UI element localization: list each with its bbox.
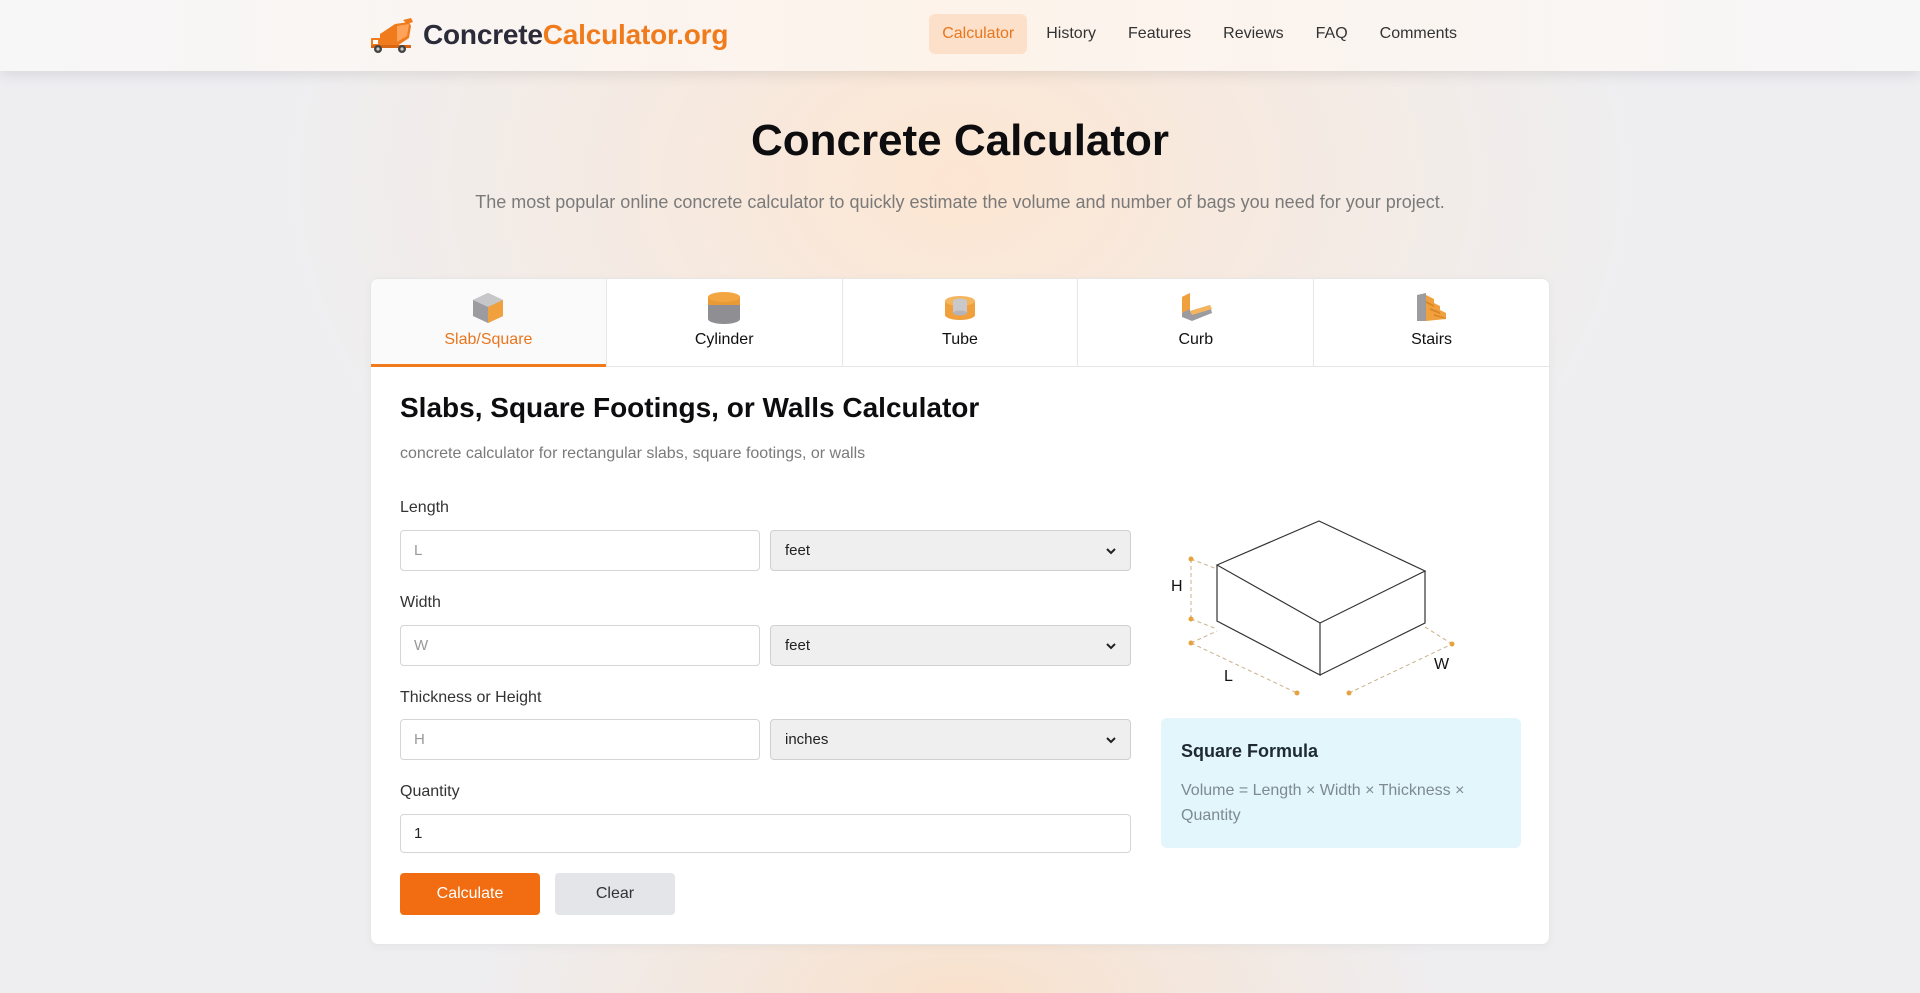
logo-text-calculator: Calculator.org (542, 19, 729, 50)
calculator-title: Slabs, Square Footings, or Walls Calcula… (400, 392, 980, 423)
tube-icon (944, 296, 975, 320)
height-unit-select[interactable]: inches (770, 719, 1131, 760)
quantity-input[interactable] (400, 814, 1131, 853)
width-unit-select[interactable]: feet (770, 625, 1131, 666)
tab-cylinder[interactable]: Cylinder (606, 279, 843, 366)
calculator-card: Slab/Square Cylinder Tube Curb Stairs Sl… (370, 278, 1550, 945)
tab-label: Stairs (1411, 331, 1453, 348)
page-title: Concrete Calculator (750, 116, 1170, 165)
tab-label: Tube (942, 331, 978, 348)
diagram-label-h: H (1171, 578, 1183, 595)
cube-icon (473, 293, 504, 323)
slab-diagram: H L W (1171, 520, 1455, 696)
logo-text-concrete: Concrete (423, 19, 543, 50)
tab-label: Cylinder (694, 331, 754, 348)
height-label: Thickness or Height (400, 689, 542, 706)
concrete-mixer-truck-icon (371, 18, 413, 53)
chevron-down-icon (1106, 547, 1116, 554)
length-label: Length (400, 499, 449, 516)
site-header: ConcreteCalculator.org Calculator Histor… (0, 0, 1920, 71)
nav-comments[interactable]: Comments (1367, 14, 1470, 54)
width-input[interactable] (400, 625, 760, 666)
site-logo[interactable]: ConcreteCalculator.org (369, 16, 728, 54)
tab-slab-square[interactable]: Slab/Square (371, 279, 607, 367)
clear-button[interactable]: Clear (555, 873, 675, 915)
calculate-button[interactable]: Calculate (400, 873, 540, 915)
height-input[interactable] (400, 719, 760, 760)
curb-icon (1181, 293, 1212, 321)
tab-curb[interactable]: Curb (1078, 279, 1315, 366)
page-subtitle: The most popular online concrete calcula… (475, 192, 1445, 212)
shape-tabs: Slab/Square Cylinder Tube Curb Stairs (371, 279, 1549, 367)
formula-title: Square Formula (1181, 741, 1319, 761)
width-label: Width (400, 594, 441, 611)
tab-label: Curb (1178, 331, 1214, 348)
stairs-icon (1416, 293, 1446, 321)
length-input[interactable] (400, 530, 760, 571)
width-unit-value: feet (785, 637, 811, 654)
cylinder-icon (708, 292, 741, 324)
nav-history[interactable]: History (1033, 14, 1109, 54)
length-unit-select[interactable]: feet (770, 530, 1131, 571)
quantity-label: Quantity (400, 783, 460, 800)
length-unit-value: feet (785, 542, 811, 559)
formula-text: Volume = Length × Width × Thickness × Qu… (1181, 782, 1465, 824)
formula-box: Square Formula Volume = Length × Width ×… (1161, 718, 1521, 848)
tab-label: Slab/Square (444, 331, 533, 348)
tab-stairs[interactable]: Stairs (1314, 279, 1549, 366)
calculator-subtitle: concrete calculator for rectangular slab… (400, 445, 866, 462)
main-nav: Calculator History Features Reviews FAQ … (929, 14, 1470, 54)
nav-reviews[interactable]: Reviews (1210, 14, 1296, 54)
logo-wordmark: ConcreteCalculator.org (423, 19, 728, 51)
nav-calculator[interactable]: Calculator (929, 14, 1028, 54)
diagram-label-l: L (1224, 668, 1233, 685)
height-unit-value: inches (785, 731, 829, 748)
nav-features[interactable]: Features (1115, 14, 1204, 54)
chevron-down-icon (1106, 736, 1116, 743)
nav-faq[interactable]: FAQ (1303, 14, 1361, 54)
tab-tube[interactable]: Tube (842, 279, 1079, 366)
chevron-down-icon (1106, 642, 1116, 649)
diagram-label-w: W (1434, 656, 1450, 673)
